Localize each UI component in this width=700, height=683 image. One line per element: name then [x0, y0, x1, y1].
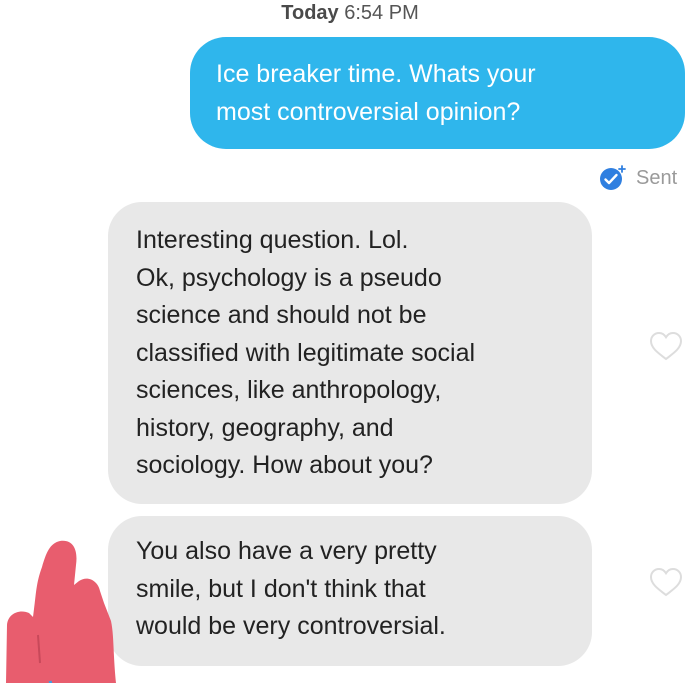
conversation-timestamp: Today 6:54 PM [0, 2, 700, 25]
sent-message-bubble[interactable]: Ice breaker time. Whats your most contro… [190, 37, 685, 149]
heart-outline-icon[interactable] [648, 566, 684, 598]
message-line: history, geography, and [136, 413, 394, 442]
message-line: smile, but I don't think that [136, 574, 426, 603]
received-message-bubble[interactable]: Interesting question. Lol. Ok, psycholog… [108, 202, 592, 504]
timestamp-time: 6:54 PM [344, 2, 419, 24]
message-line: Interesting question. Lol. [136, 226, 409, 254]
message-line: sciences, like anthropology, [136, 376, 442, 404]
message-line: science and should not be [136, 301, 427, 329]
sent-check-icon [600, 165, 626, 190]
message-line: Ice breaker time. Whats your [216, 60, 536, 88]
message-line: most controversial opinion? [216, 97, 521, 126]
hand-gesture-overlay [6, 540, 116, 683]
message-line: You also have a very pretty [136, 537, 437, 565]
message-line: would be very controversial. [136, 612, 446, 640]
heart-outline-icon[interactable] [648, 330, 684, 362]
status-label: Sent [636, 166, 678, 189]
message-status: Sent [598, 164, 677, 192]
timestamp-day: Today [281, 2, 339, 24]
message-line: sociology. How about you? [136, 451, 433, 479]
received-message-bubble[interactable]: You also have a very pretty smile, but I… [108, 516, 592, 666]
message-line: Ok, psychology is a pseudo [136, 263, 442, 292]
message-line: classified with legitimate social [136, 338, 476, 367]
